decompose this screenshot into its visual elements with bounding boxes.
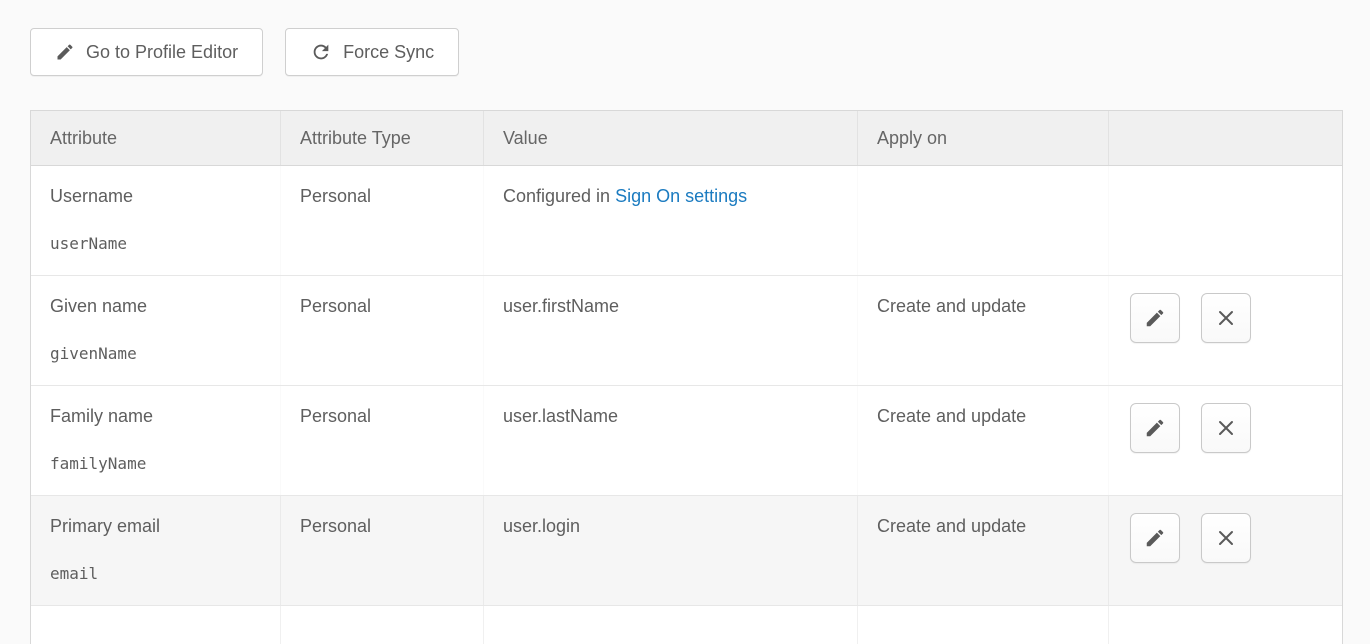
header-value: Value (484, 111, 858, 165)
remove-attribute-button[interactable] (1201, 293, 1251, 343)
sign-on-settings-link[interactable]: Sign On settings (615, 186, 747, 206)
pencil-icon (1144, 417, 1166, 439)
apply-on-cell: Create and update (858, 276, 1109, 385)
actions-cell (1109, 276, 1342, 385)
attribute-mappings-page: Go to Profile Editor Force Sync Attribut… (0, 0, 1370, 644)
table-header-row: Attribute Attribute Type Value Apply on (31, 111, 1342, 166)
attribute-type-cell: Personal (281, 166, 484, 275)
toolbar: Go to Profile Editor Force Sync (30, 28, 459, 76)
attribute-variable-name: givenName (50, 342, 261, 365)
header-apply-on: Apply on (858, 111, 1109, 165)
table-row (31, 606, 1342, 644)
header-attribute-type: Attribute Type (281, 111, 484, 165)
table-row: Username userName Personal Configured in… (31, 166, 1342, 276)
force-sync-button[interactable]: Force Sync (285, 28, 459, 76)
go-to-profile-editor-label: Go to Profile Editor (86, 42, 238, 63)
apply-on-cell: Create and update (858, 496, 1109, 605)
apply-on-cell (858, 166, 1109, 275)
actions-cell (1109, 496, 1342, 605)
attribute-mappings-table: Attribute Attribute Type Value Apply on … (30, 110, 1343, 644)
value-cell: Configured in Sign On settings (484, 166, 858, 275)
attribute-cell: Username userName (31, 166, 281, 275)
edit-attribute-button[interactable] (1130, 513, 1180, 563)
table-row: Given name givenName Personal user.first… (31, 276, 1342, 386)
attribute-variable-name: email (50, 562, 261, 585)
attribute-cell: Given name givenName (31, 276, 281, 385)
actions-cell (1109, 166, 1342, 275)
attribute-label: Given name (50, 295, 261, 318)
value-cell: user.firstName (484, 276, 858, 385)
pencil-icon (1144, 307, 1166, 329)
remove-attribute-button[interactable] (1201, 403, 1251, 453)
attribute-variable-name: familyName (50, 452, 261, 475)
header-attribute: Attribute (31, 111, 281, 165)
close-icon (1214, 416, 1238, 440)
value-cell: user.login (484, 496, 858, 605)
attribute-type-cell: Personal (281, 386, 484, 495)
pencil-icon (1144, 527, 1166, 549)
force-sync-label: Force Sync (343, 42, 434, 63)
table-row: Family name familyName Personal user.las… (31, 386, 1342, 496)
value-prefix-text: Configured in (503, 186, 615, 206)
attribute-cell: Family name familyName (31, 386, 281, 495)
refresh-icon (310, 41, 332, 63)
close-icon (1214, 306, 1238, 330)
attribute-label: Primary email (50, 515, 261, 538)
header-actions (1109, 111, 1342, 165)
attribute-label: Family name (50, 405, 261, 428)
table-row: Primary email email Personal user.login … (31, 496, 1342, 606)
edit-attribute-button[interactable] (1130, 403, 1180, 453)
attribute-type-cell: Personal (281, 496, 484, 605)
go-to-profile-editor-button[interactable]: Go to Profile Editor (30, 28, 263, 76)
value-cell: user.lastName (484, 386, 858, 495)
remove-attribute-button[interactable] (1201, 513, 1251, 563)
pencil-icon (55, 42, 75, 62)
attribute-variable-name: userName (50, 232, 261, 255)
attribute-cell: Primary email email (31, 496, 281, 605)
edit-attribute-button[interactable] (1130, 293, 1180, 343)
attribute-label: Username (50, 185, 261, 208)
attribute-type-cell: Personal (281, 276, 484, 385)
actions-cell (1109, 386, 1342, 495)
apply-on-cell: Create and update (858, 386, 1109, 495)
close-icon (1214, 526, 1238, 550)
